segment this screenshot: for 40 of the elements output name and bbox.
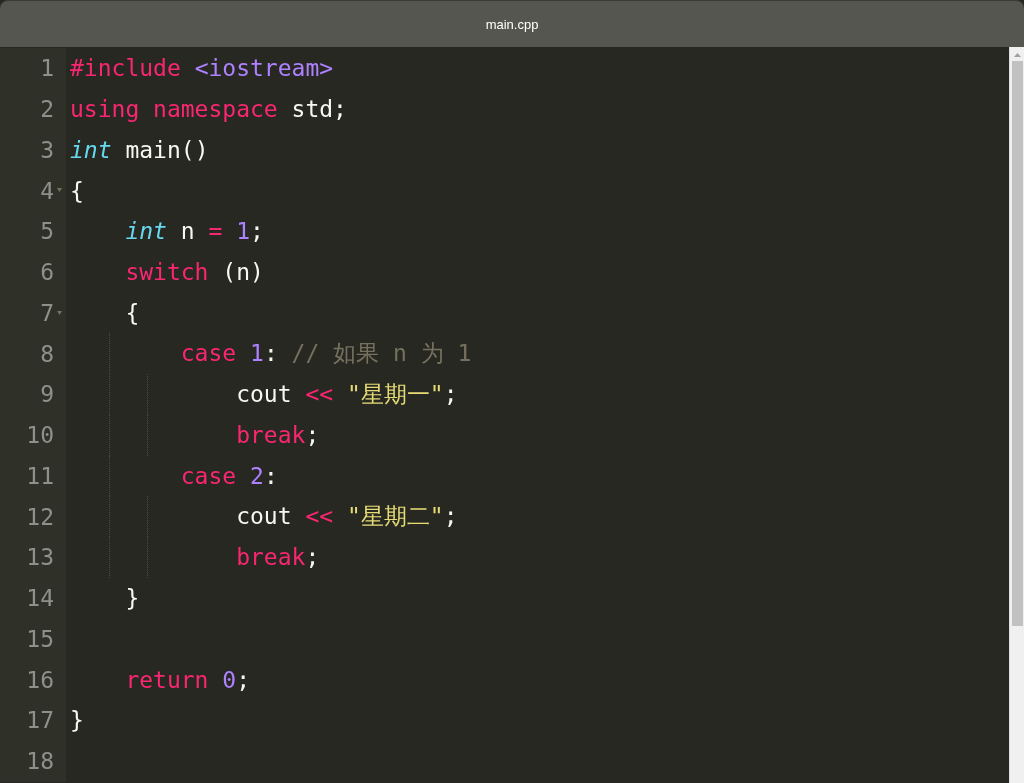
line-number: 8 — [40, 340, 54, 367]
line-number: 9 — [40, 381, 54, 408]
scrollbar-thumb[interactable] — [1011, 61, 1023, 626]
code-line: int main() — [70, 136, 209, 163]
line-number: 3 — [40, 136, 54, 163]
fold-marker-icon[interactable] — [57, 188, 62, 193]
line-number: 4 — [40, 177, 54, 204]
code-line: case 1: // 如果 n 为 1 — [179, 339, 472, 369]
line-number: 12 — [26, 503, 54, 530]
line-number: 18 — [26, 748, 54, 775]
code-line: return 0; — [124, 666, 251, 693]
code-line: cout << "星期二"; — [235, 502, 458, 532]
line-number: 7 — [40, 299, 54, 326]
line-number: 14 — [26, 585, 54, 612]
code-line: break; — [235, 544, 320, 571]
code-line: { — [124, 299, 140, 326]
code-line: switch (n) — [124, 259, 264, 286]
code-line: cout << "星期一"; — [235, 379, 458, 409]
code-line: } — [124, 585, 140, 612]
code-line: break; — [235, 422, 320, 449]
code-line: #include <iostream> — [70, 55, 334, 82]
line-number: 17 — [26, 707, 54, 734]
line-number: 1 — [40, 55, 54, 82]
line-number: 10 — [26, 422, 54, 449]
code-line: int n = 1; — [124, 218, 264, 245]
code-line: case 2: — [179, 462, 278, 489]
code-line: using namespace std; — [70, 96, 347, 123]
window-title: main.cpp — [485, 16, 539, 32]
scroll-up-arrow-icon[interactable] — [1013, 53, 1021, 57]
line-number: 5 — [40, 218, 54, 245]
line-number: 15 — [26, 625, 54, 652]
fold-marker-icon[interactable] — [57, 310, 62, 315]
code-line: { — [70, 177, 84, 204]
scrollbar[interactable] — [1009, 47, 1024, 783]
line-number: 11 — [26, 462, 54, 489]
code-line: } — [70, 707, 84, 734]
line-number: 6 — [40, 259, 54, 286]
line-number: 16 — [26, 666, 54, 693]
line-number: 2 — [40, 96, 54, 123]
line-number: 13 — [26, 544, 54, 571]
